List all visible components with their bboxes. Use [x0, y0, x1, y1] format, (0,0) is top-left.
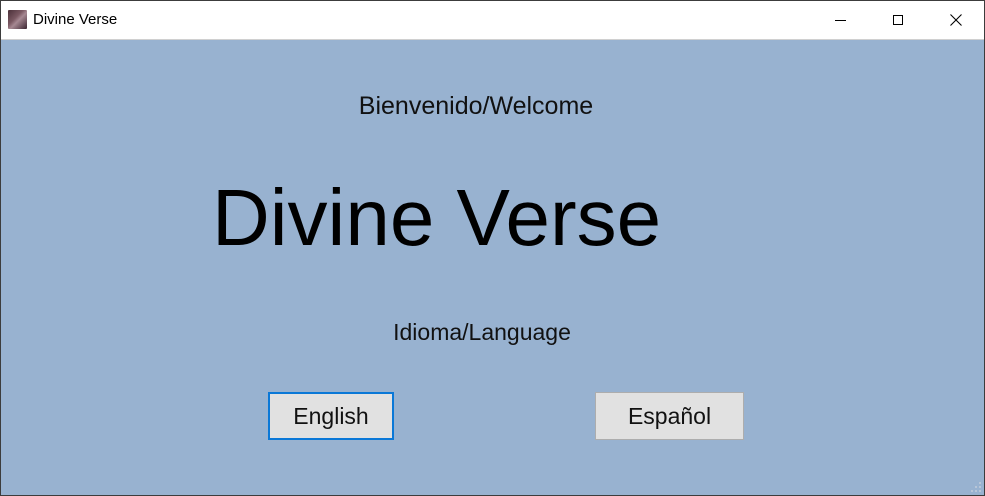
welcome-text: Bienvenido/Welcome — [358, 92, 594, 120]
maximize-button[interactable] — [869, 1, 927, 39]
window-title: Divine Verse — [33, 11, 118, 28]
close-button[interactable] — [927, 1, 984, 39]
client-area: Bienvenido/Welcome Divine Verse Idioma/L… — [1, 40, 984, 495]
maximize-icon — [893, 15, 903, 25]
minimize-icon — [834, 19, 846, 21]
app-window: Divine Verse Bienvenido/Welcome Divine V… — [0, 0, 985, 496]
minimize-button[interactable] — [811, 1, 869, 39]
app-icon — [8, 10, 27, 29]
resize-grip-icon[interactable] — [971, 482, 981, 492]
app-title: Divine Verse — [212, 173, 662, 262]
spanish-button[interactable]: Español — [595, 392, 744, 440]
title-bar[interactable]: Divine Verse — [1, 1, 984, 40]
close-icon — [950, 14, 962, 26]
english-button[interactable]: English — [268, 392, 394, 440]
language-label: Idioma/Language — [393, 319, 571, 345]
